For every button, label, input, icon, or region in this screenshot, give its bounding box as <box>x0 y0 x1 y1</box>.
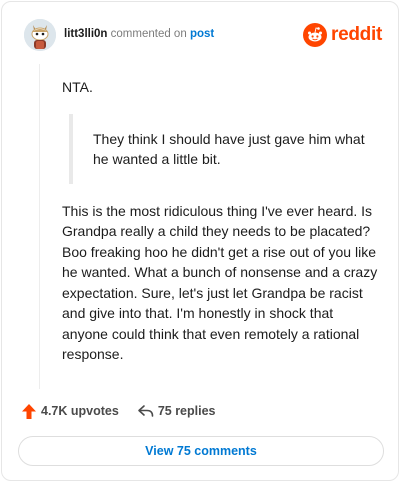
username-link[interactable]: litt3lli0n <box>64 28 107 40</box>
upvote-count: 4.7K upvotes <box>41 404 119 418</box>
avatar[interactable] <box>24 19 56 51</box>
reply-button[interactable]: 75 replies <box>137 402 216 420</box>
comment-paragraph: This is the most ridiculous thing I've e… <box>62 202 378 363</box>
comment-first-line: NTA. <box>62 79 93 95</box>
comment-header: litt3lli0n commented on post reddit <box>24 19 382 51</box>
reply-arrow-icon <box>137 402 155 420</box>
view-comments-button[interactable]: View 75 comments <box>18 436 384 466</box>
thread-line[interactable] <box>39 64 40 389</box>
blockquote: They think I should have just gave him w… <box>69 113 382 184</box>
reddit-brand[interactable]: reddit <box>303 19 382 51</box>
brand-wordmark: reddit <box>331 24 382 45</box>
comment-meta: litt3lli0n commented on post <box>64 26 214 42</box>
post-link[interactable]: post <box>190 28 214 40</box>
snoo-avatar-icon <box>24 19 56 51</box>
comment-card: litt3lli0n commented on post reddit NTA.… <box>1 1 399 481</box>
upvote-button[interactable]: 4.7K upvotes <box>20 402 119 420</box>
quote-text: They think I should have just gave him w… <box>93 130 365 168</box>
reddit-logo-icon <box>303 23 328 47</box>
action-text: commented on <box>110 28 187 40</box>
upvote-arrow-icon <box>20 402 38 420</box>
comment-body: NTA. They think I should have just gave … <box>62 74 382 365</box>
comment-actions: 4.7K upvotes 75 replies <box>20 400 216 422</box>
reply-count: 75 replies <box>157 404 216 418</box>
